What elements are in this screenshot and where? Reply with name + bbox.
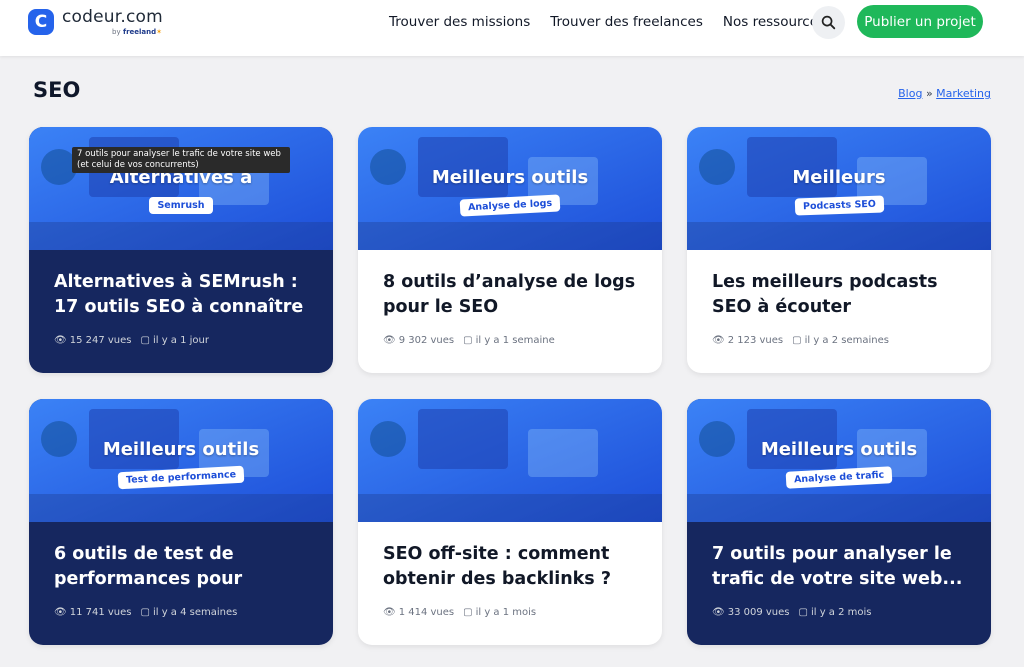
card-thumbnail: Alternatives à Semrush: [29, 127, 333, 250]
card-title[interactable]: 8 outils d’analyse de logs pour le SEO: [383, 270, 637, 322]
card-title[interactable]: 7 outils pour analyser le trafic de votr…: [712, 542, 966, 594]
card-meta: 👁 15 247 vues ▢ il y a 1 jour: [54, 335, 209, 346]
view-count: 11 741 vues: [69, 607, 132, 618]
view-count: 15 247 vues: [69, 335, 132, 346]
card-thumbnail: Meilleurs outils Test de performance: [29, 399, 333, 522]
article-card[interactable]: SEO off-site : comment obtenir des backl…: [358, 399, 662, 645]
post-date: il y a 1 mois: [475, 607, 537, 618]
card-meta: 👁 2 123 vues ▢ il y a 2 semaines: [712, 335, 889, 346]
thumbnail-tag: Test de performance: [117, 465, 245, 490]
calendar-icon: ▢: [140, 607, 150, 618]
view-count: 2 123 vues: [727, 335, 784, 346]
calendar-icon: ▢: [792, 335, 802, 346]
page-title: SEO: [33, 78, 81, 102]
card-title[interactable]: SEO off-site : comment obtenir des backl…: [383, 542, 637, 594]
eye-icon: 👁: [712, 335, 725, 346]
eye-icon: 👁: [54, 607, 67, 618]
article-card[interactable]: Meilleurs outils Analyse de trafic 7 outil…: [687, 399, 991, 645]
calendar-icon: ▢: [463, 335, 473, 346]
eye-icon: 👁: [54, 335, 67, 346]
card-meta: 👁 11 741 vues ▢ il y a 4 semaines: [54, 607, 237, 618]
post-date: il y a 2 semaines: [804, 335, 889, 346]
thumbnail-banner: Meilleurs: [792, 167, 886, 188]
eye-icon: 👁: [383, 607, 396, 618]
eye-icon: 👁: [383, 335, 396, 346]
card-title[interactable]: Alternatives à SEMrush : 17 outils SEO à…: [54, 270, 308, 322]
eye-icon: 👁: [712, 607, 725, 618]
main-nav: Trouver des missions Trouver des freelan…: [389, 0, 845, 44]
card-tooltip: 7 outils pour analyser le trafic de votr…: [72, 147, 290, 173]
card-thumbnail: Meilleurs Podcasts SEO: [687, 127, 991, 250]
logo-mark: C: [28, 9, 54, 35]
breadcrumb-marketing[interactable]: Marketing: [936, 87, 991, 100]
thumbnail-banner: Meilleurs outils: [431, 167, 589, 188]
thumbnail-tag: Podcasts SEO: [794, 195, 884, 216]
article-card[interactable]: Meilleurs outils Test de performance 6 out…: [29, 399, 333, 645]
card-thumbnail: Meilleurs outils Analyse de trafic: [687, 399, 991, 522]
card-title[interactable]: Les meilleurs podcasts SEO à écouter: [712, 270, 966, 322]
post-date: il y a 1 semaine: [475, 335, 555, 346]
view-count: 9 302 vues: [398, 335, 455, 346]
post-date: il y a 2 mois: [810, 607, 872, 618]
site-header: C codeur.com by freeland✶ Trouver des mi…: [0, 0, 1024, 56]
breadcrumb-blog[interactable]: Blog: [898, 87, 922, 100]
breadcrumb-separator: »: [925, 87, 933, 100]
publish-project-button[interactable]: Publier un projet: [857, 5, 983, 38]
logo-sub: by freeland✶: [112, 28, 163, 36]
article-card[interactable]: Meilleurs Podcasts SEO Les meilleurs podca…: [687, 127, 991, 373]
search-icon: [821, 15, 836, 30]
view-count: 33 009 vues: [727, 607, 790, 618]
calendar-icon: ▢: [463, 607, 473, 618]
thumbnail-tag: Analyse de logs: [459, 194, 561, 217]
nav-trouver-freelances[interactable]: Trouver des freelances: [550, 14, 703, 30]
article-card[interactable]: Meilleurs outils Analyse de logs 8 outils …: [358, 127, 662, 373]
thumbnail-banner: Meilleurs outils: [760, 439, 918, 460]
card-title[interactable]: 6 outils de test de performances pour vo…: [54, 542, 308, 594]
card-thumbnail: Meilleurs outils Analyse de logs: [358, 127, 662, 250]
nav-trouver-missions[interactable]: Trouver des missions: [389, 14, 530, 30]
calendar-icon: ▢: [140, 335, 150, 346]
card-meta: 👁 9 302 vues ▢ il y a 1 semaine: [383, 335, 555, 346]
thumbnail-banner: Meilleurs outils: [102, 439, 260, 460]
post-date: il y a 4 semaines: [152, 607, 238, 618]
thumbnail-tag: Semrush: [149, 197, 213, 214]
card-meta: 👁 33 009 vues ▢ il y a 2 mois: [712, 607, 871, 618]
calendar-icon: ▢: [798, 607, 808, 618]
nav-ressources[interactable]: Nos ressources: [723, 14, 825, 30]
site-logo[interactable]: C codeur.com by freeland✶: [28, 9, 163, 36]
search-button[interactable]: [812, 6, 845, 39]
card-meta: 👁 1 414 vues ▢ il y a 1 mois: [383, 607, 536, 618]
card-thumbnail: [358, 399, 662, 522]
thumbnail-tag: Analyse de trafic: [785, 466, 893, 489]
breadcrumb: Blog » Marketing: [898, 87, 991, 100]
post-date: il y a 1 jour: [152, 335, 209, 346]
view-count: 1 414 vues: [398, 607, 455, 618]
logo-star-icon: ✶: [156, 28, 163, 36]
logo-name: codeur.com: [62, 7, 163, 27]
